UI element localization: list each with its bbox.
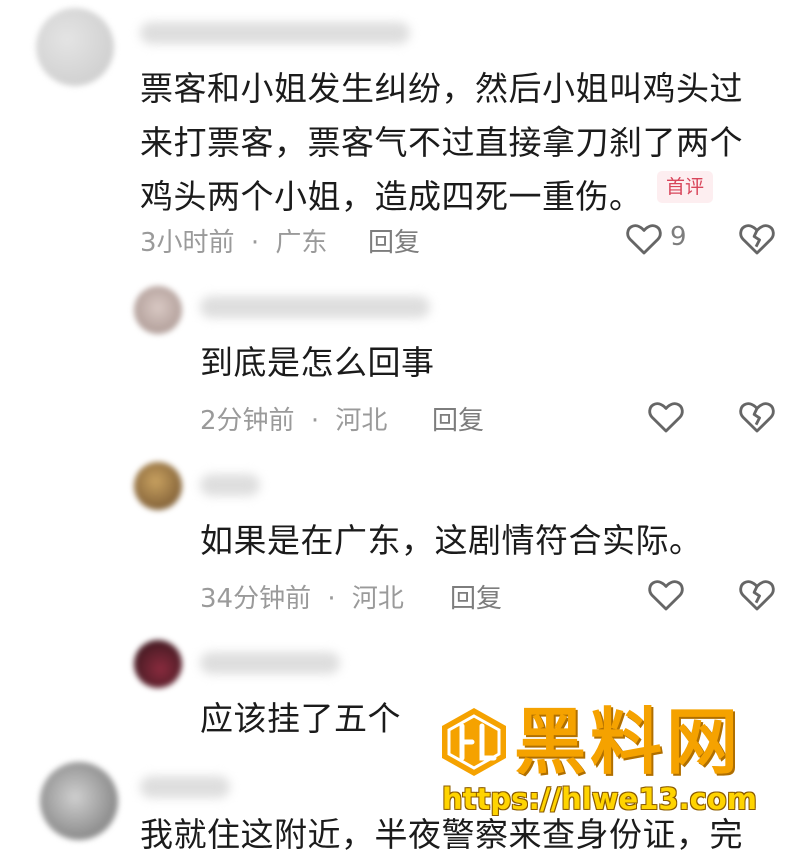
- heart-outline-icon[interactable]: [625, 220, 663, 256]
- meta-separator: ·: [250, 228, 260, 258]
- comment-line: 票客和小姐发生纠纷，然后小姐叫鸡头过: [140, 69, 743, 108]
- comment-meta: 3小时前 · 广东: [140, 222, 327, 259]
- reply-button[interactable]: 回复: [368, 222, 420, 259]
- meta-separator: ·: [327, 584, 336, 614]
- username-blurred[interactable]: [200, 474, 260, 496]
- comment-text: 应该挂了五个: [200, 699, 401, 738]
- broken-heart-icon[interactable]: [738, 220, 776, 256]
- username-blurred[interactable]: [140, 776, 230, 798]
- avatar[interactable]: [134, 286, 182, 334]
- avatar[interactable]: [36, 8, 114, 86]
- comment-line: 鸡头两个小姐，造成四死一重伤。: [140, 177, 643, 216]
- comment-line: 来打票客，票客气不过直接拿刀刹了两个: [140, 123, 743, 162]
- comment-text: 如果是在广东，这剧情符合实际。: [200, 521, 703, 560]
- username-blurred[interactable]: [200, 296, 430, 318]
- comment-location: 河北: [335, 406, 388, 436]
- comment-text: 到底是怎么回事: [200, 343, 435, 382]
- comment-time: 34分钟前: [200, 584, 312, 614]
- avatar[interactable]: [134, 640, 182, 688]
- first-comment-badge: 首评: [657, 171, 714, 203]
- comment-time: 3小时前: [140, 228, 235, 258]
- avatar[interactable]: [134, 462, 182, 510]
- reply-button[interactable]: 回复: [432, 400, 484, 437]
- like-count: 9: [670, 222, 687, 252]
- comment-meta: 2分钟前 · 河北: [200, 400, 387, 437]
- meta-separator: ·: [310, 406, 320, 436]
- comment-location: 广东: [275, 228, 328, 258]
- watermark-logo-icon: [442, 708, 506, 776]
- broken-heart-icon[interactable]: [738, 398, 776, 434]
- username-blurred[interactable]: [200, 652, 340, 674]
- broken-heart-icon[interactable]: [738, 576, 776, 612]
- avatar[interactable]: [40, 762, 118, 840]
- comment-meta: 34分钟前 · 河北: [200, 578, 404, 615]
- watermark: 黑料网 https://hlwe13.com: [438, 698, 800, 818]
- username-blurred[interactable]: [140, 22, 410, 44]
- watermark-url: https://hlwe13.com: [442, 782, 757, 816]
- comment-time: 2分钟前: [200, 406, 295, 436]
- heart-outline-icon[interactable]: [647, 576, 685, 612]
- watermark-brand: 黑料网: [514, 700, 743, 784]
- heart-outline-icon[interactable]: [647, 398, 685, 434]
- reply-button[interactable]: 回复: [450, 578, 502, 615]
- comment-location: 河北: [351, 584, 404, 614]
